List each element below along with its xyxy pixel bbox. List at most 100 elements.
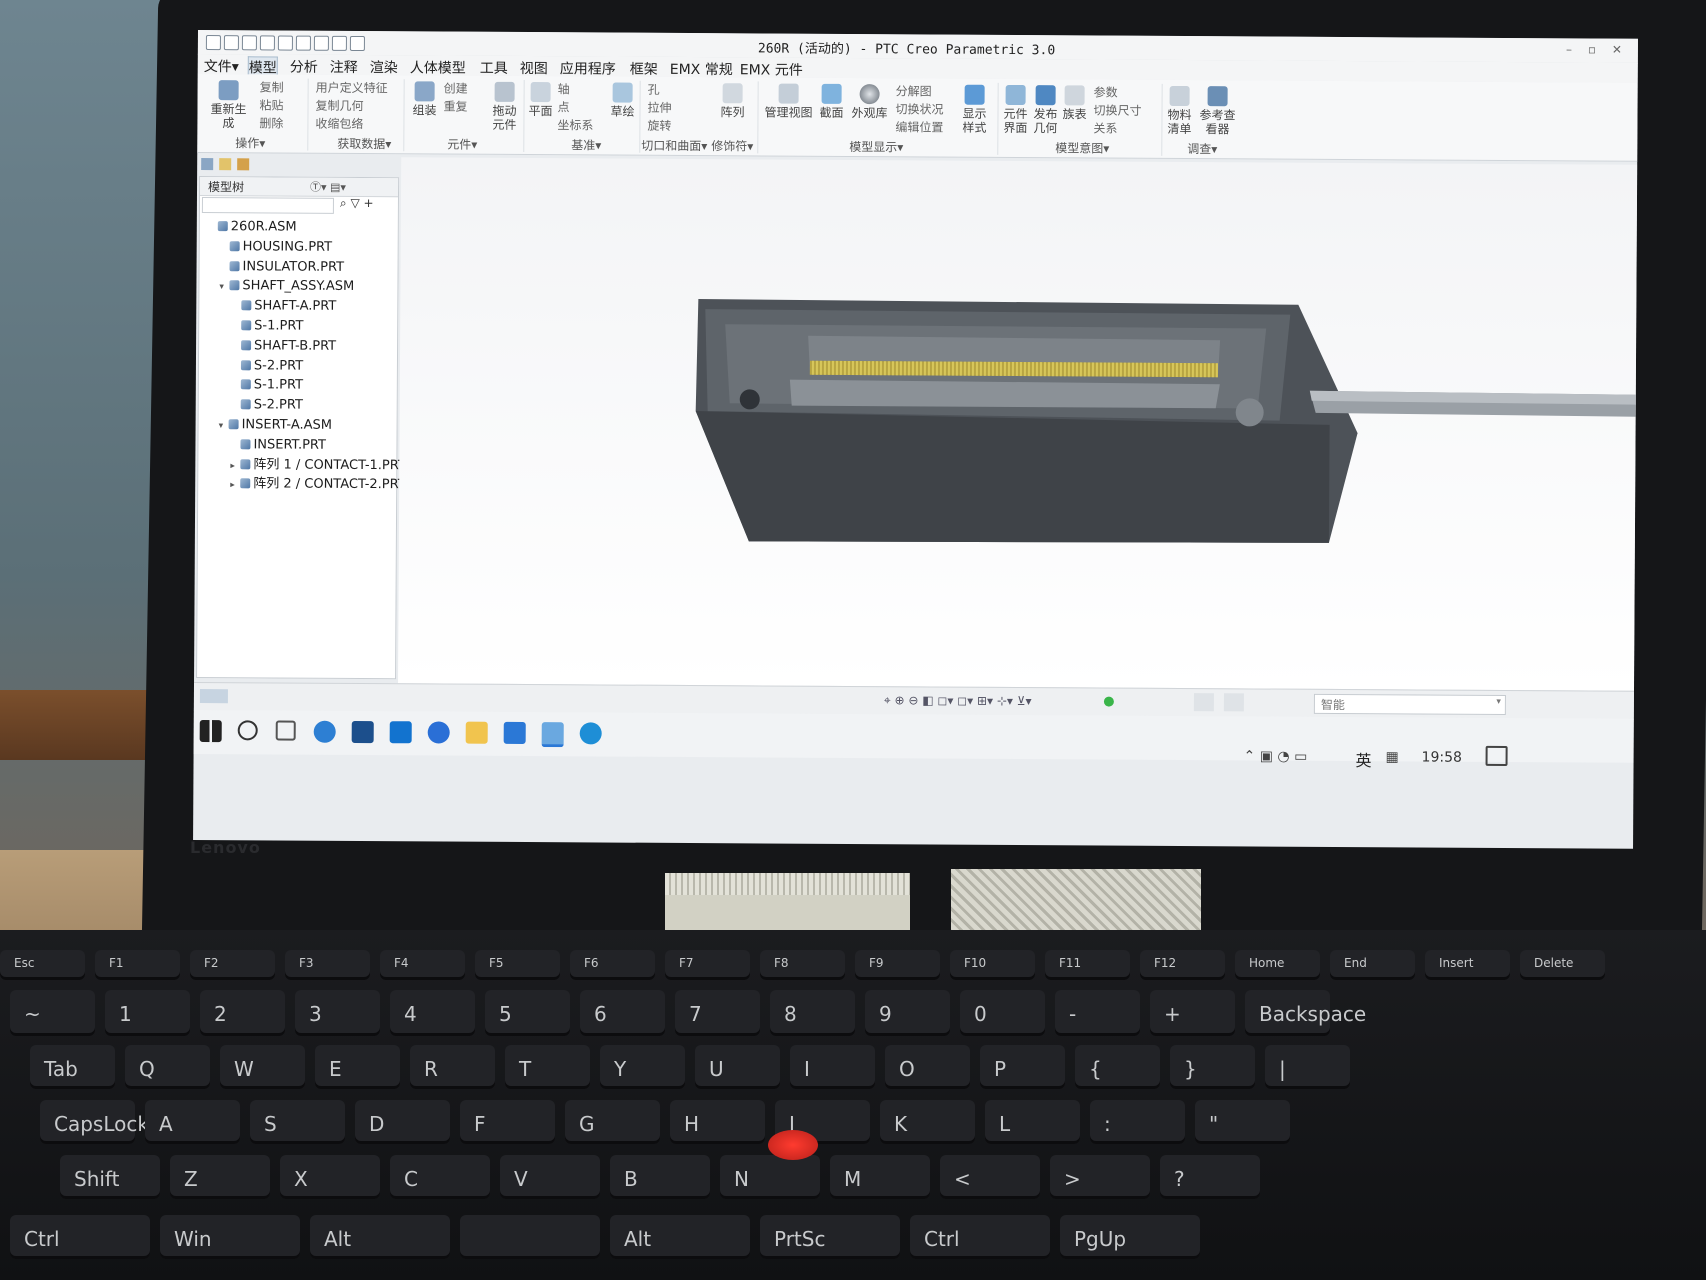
tree-node[interactable]: SHAFT-B.PRT [231, 338, 336, 355]
tree-node[interactable]: 260R.ASM [208, 219, 297, 236]
group-model-intent[interactable]: 模型意图▾ [1055, 139, 1109, 156]
windows-icon[interactable] [331, 35, 347, 51]
tray-icons[interactable]: ⌃ ▣ ◔ ▭ [1244, 748, 1308, 764]
parameters-button[interactable]: 参数 [1094, 83, 1118, 100]
connector-3d-model[interactable] [398, 157, 1638, 691]
regenerate-button[interactable]: 重新生成 [205, 80, 251, 130]
group-cut-surface[interactable]: 切口和曲面▾ [641, 137, 707, 154]
mail-icon[interactable] [389, 721, 412, 744]
model-tree-tab-icon[interactable] [201, 158, 214, 171]
tree-node[interactable]: HOUSING.PRT [220, 239, 332, 256]
expand-toggle-icon[interactable]: ▾ [219, 418, 229, 434]
tree-node[interactable]: INSULATOR.PRT [220, 259, 344, 276]
tree-node[interactable]: ▸ 阵列 2 / CONTACT-2.PRT [230, 477, 406, 495]
folder-browser-tab-icon[interactable] [219, 158, 232, 171]
repeat-button[interactable]: 重复 [443, 98, 467, 115]
exploded-view-button[interactable]: 分解图 [896, 82, 932, 99]
navigator-tabs[interactable] [199, 156, 399, 175]
manage-views-button[interactable]: 管理视图 [763, 83, 813, 120]
coordinate-system-button[interactable]: 坐标系 [557, 116, 593, 133]
sketch-button[interactable]: 草绘 [609, 82, 635, 119]
assemble-button[interactable]: 组装 [409, 81, 439, 117]
tree-node[interactable]: S-2.PRT [231, 358, 303, 374]
taskbar-clock[interactable]: 19:58 [1422, 749, 1462, 765]
display-style-button[interactable]: 显示样式 [957, 84, 991, 135]
keyboard-layout-icon[interactable]: ▦ [1386, 749, 1399, 765]
hole-button[interactable]: 孔 [648, 81, 660, 98]
selection-icon[interactable] [1223, 693, 1244, 712]
browser-icon[interactable] [579, 722, 602, 745]
new-file-icon[interactable] [223, 35, 239, 51]
section-button[interactable]: 截面 [817, 83, 845, 120]
group-model-display[interactable]: 模型显示▾ [849, 138, 903, 155]
graphics-viewport[interactable] [398, 157, 1638, 691]
component-interface-button[interactable]: 元件界面 [1001, 84, 1029, 135]
edge-icon[interactable] [313, 720, 336, 743]
expand-toggle-icon[interactable]: ▸ [230, 458, 240, 474]
drag-components-button[interactable]: 拖动元件 [489, 81, 519, 132]
find-icon[interactable] [1193, 693, 1214, 712]
task-view-icon[interactable] [275, 720, 296, 741]
family-table-button[interactable]: 族表 [1061, 85, 1087, 121]
app-icon-blue[interactable] [427, 721, 450, 744]
tree-node[interactable]: S-1.PRT [231, 318, 303, 334]
group-modifiers[interactable]: 修饰符▾ [711, 137, 753, 154]
notifications-icon[interactable] [1485, 745, 1508, 767]
reference-viewer-button[interactable]: 参考查看器 [1197, 86, 1237, 136]
copy-button[interactable]: 复制 [260, 78, 284, 95]
selection-filter-dropdown[interactable]: 智能 ▾ [1313, 693, 1506, 716]
tree-find-icon[interactable]: ⌕ ▽ + [340, 196, 374, 211]
relations-button[interactable]: 关系 [1093, 119, 1117, 136]
group-component[interactable]: 元件▾ [447, 136, 477, 153]
pattern-button[interactable]: 阵列 [717, 83, 747, 119]
window-controls[interactable]: – ▫ ✕ [1566, 42, 1628, 56]
tree-node[interactable]: S-2.PRT [231, 397, 303, 413]
user-defined-feature-button[interactable]: 用户定义特征 [316, 79, 388, 96]
save-icon[interactable] [259, 35, 275, 51]
expand-toggle-icon[interactable]: ▸ [230, 478, 240, 494]
input-method-indicator[interactable]: 英 [1355, 747, 1372, 771]
app-icon-star[interactable] [503, 721, 526, 745]
point-button[interactable]: 点 [557, 98, 569, 115]
regenerate-quick-icon[interactable] [313, 35, 329, 51]
open-icon[interactable] [241, 35, 257, 51]
favorites-tab-icon[interactable] [237, 158, 250, 171]
group-datum[interactable]: 基准▾ [571, 136, 601, 153]
windows-start-icon[interactable] [199, 720, 222, 743]
extrude-button[interactable]: 拉伸 [647, 99, 671, 116]
revolve-button[interactable]: 旋转 [647, 117, 671, 134]
store-icon[interactable] [351, 720, 374, 744]
view-tools-icons[interactable]: ⌖ ⊕ ⊖ ◧ ◻▾ ◻▾ ⊞▾ ⊹▾ ⊻▾ [884, 693, 1032, 709]
search-icon[interactable] [237, 720, 258, 741]
toggle-navigator-icon[interactable] [199, 689, 228, 704]
delete-button[interactable]: 删除 [259, 114, 283, 131]
edit-position-button[interactable]: 编辑位置 [895, 118, 943, 135]
shrinkwrap-button[interactable]: 收缩包络 [315, 115, 363, 132]
tree-node[interactable]: S-1.PRT [231, 378, 303, 394]
group-get-data[interactable]: 获取数据▾ [337, 135, 391, 152]
tree-node[interactable]: ▸ 阵列 1 / CONTACT-1.PRT [230, 457, 406, 475]
creo-taskbar-icon[interactable] [541, 722, 564, 748]
redo-icon[interactable] [295, 35, 311, 51]
undo-icon[interactable] [277, 35, 293, 51]
appearance-gallery-button[interactable]: 外观库 [849, 84, 889, 120]
tree-node[interactable]: ▾ INSERT-A.ASM [219, 417, 333, 435]
group-operations[interactable]: 操作▾ [235, 134, 265, 151]
bill-of-materials-button[interactable]: 物料清单 [1165, 85, 1193, 136]
axis-button[interactable]: 轴 [558, 80, 570, 97]
tree-node[interactable]: SHAFT-A.PRT [231, 298, 336, 315]
toggle-status-button[interactable]: 切换状况 [895, 100, 943, 117]
plane-button[interactable]: 平面 [527, 82, 553, 118]
group-investigate[interactable]: 调查▾ [1187, 140, 1217, 157]
expand-toggle-icon[interactable]: ▾ [219, 280, 229, 296]
create-button[interactable]: 创建 [444, 80, 468, 97]
copy-geometry-button[interactable]: 复制几何 [315, 97, 363, 114]
tree-node[interactable]: ▾ SHAFT_ASSY.ASM [219, 279, 354, 297]
tree-search-input[interactable] [201, 197, 334, 214]
file-explorer-icon[interactable] [465, 721, 488, 744]
publish-geometry-button[interactable]: 发布几何 [1031, 85, 1059, 135]
tree-settings-icon[interactable]: Ⓣ▾ ▤▾ [310, 179, 346, 195]
paste-button[interactable]: 粘贴 [259, 96, 283, 113]
switch-dimensions-button[interactable]: 切换尺寸 [1093, 101, 1141, 118]
close-window-icon[interactable] [349, 35, 365, 52]
